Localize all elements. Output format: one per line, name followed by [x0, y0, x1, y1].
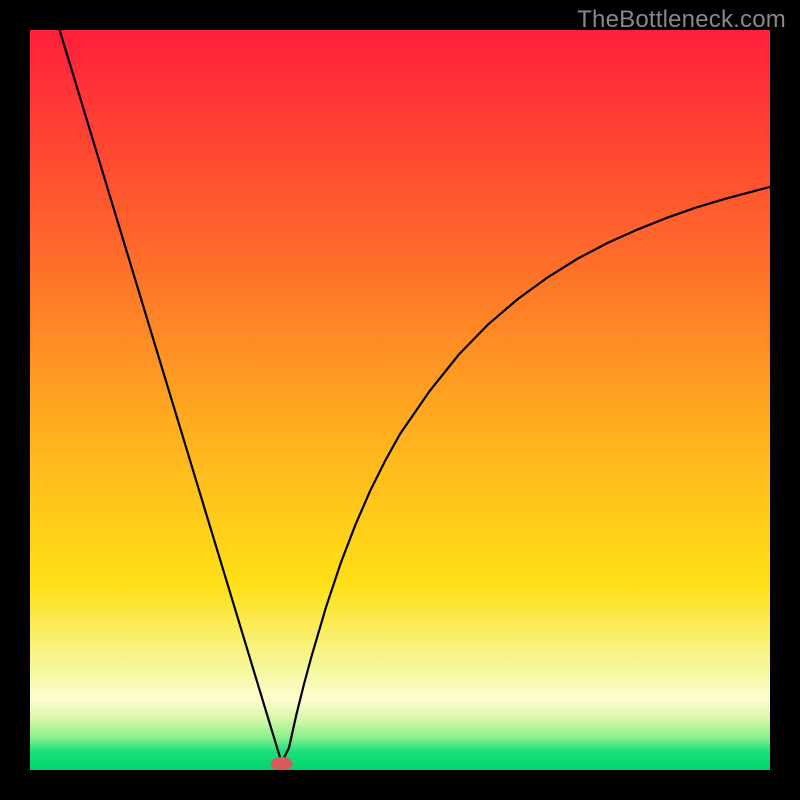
chart-svg	[30, 30, 770, 770]
gradient-background	[30, 30, 770, 770]
chart-frame: TheBottleneck.com	[0, 0, 800, 800]
plot-area	[30, 30, 770, 770]
watermark-text: TheBottleneck.com	[577, 6, 786, 34]
